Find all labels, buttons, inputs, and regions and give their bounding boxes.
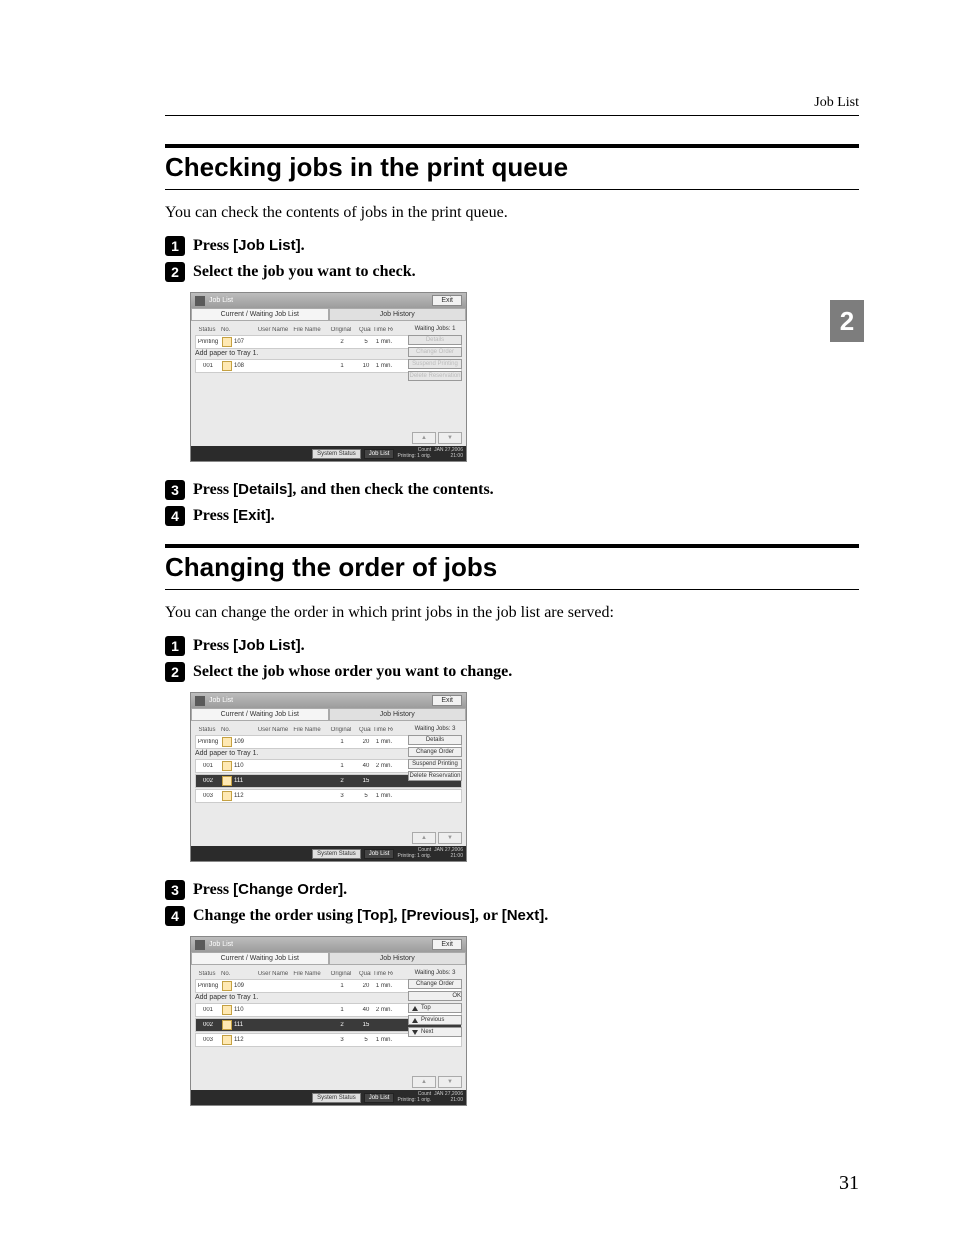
- svg-text:3: 3: [171, 882, 179, 898]
- system-status-button[interactable]: System Status: [312, 849, 361, 859]
- delete-button[interactable]: Delete Reservation: [408, 371, 462, 381]
- document-icon: [222, 791, 232, 801]
- step-icon-3: 3: [165, 480, 185, 500]
- step-2-4: 4 Change the order using [Top], [Previou…: [165, 906, 859, 926]
- step-icon-4: 4: [165, 906, 185, 926]
- document-icon: [222, 337, 232, 347]
- shot-titlebar: Job List Exit: [191, 937, 466, 952]
- pager-next[interactable]: ▼: [438, 432, 462, 444]
- step-2-1: 1 Press [Job List].: [165, 636, 859, 656]
- svg-text:1: 1: [171, 638, 179, 654]
- system-status-button[interactable]: System Status: [312, 449, 361, 459]
- tab-current[interactable]: Current / Waiting Job List: [191, 308, 329, 321]
- screenshot-3: Job List Exit Current / Waiting Job List…: [190, 936, 859, 1106]
- svg-text:3: 3: [171, 482, 179, 498]
- triangle-up-icon: [412, 1018, 418, 1023]
- table-row[interactable]: 003 112 3 5 1 min.: [195, 789, 462, 803]
- pager-next[interactable]: ▼: [438, 1076, 462, 1088]
- exit-button[interactable]: Exit: [432, 695, 462, 706]
- header-rule: [165, 115, 859, 116]
- svg-text:1: 1: [171, 238, 179, 254]
- triangle-up-icon: [412, 1006, 418, 1011]
- job-list-button[interactable]: Job List: [364, 849, 395, 859]
- step-1-2: 2 Select the job you want to check.: [165, 262, 859, 282]
- svg-text:4: 4: [171, 508, 179, 524]
- step-1-4: 4 Press [Exit].: [165, 506, 859, 526]
- document-icon: [222, 776, 232, 786]
- svg-text:4: 4: [171, 908, 179, 924]
- shot-titlebar: Job List Exit: [191, 293, 466, 308]
- change-order-button[interactable]: Change Order: [408, 347, 462, 357]
- tab-current[interactable]: Current / Waiting Job List: [191, 952, 329, 965]
- pager-prev[interactable]: ▲: [412, 832, 436, 844]
- change-order-button[interactable]: Change Order: [408, 747, 462, 757]
- page-number: 31: [839, 1172, 859, 1195]
- svg-text:2: 2: [171, 664, 179, 680]
- job-list-button[interactable]: Job List: [364, 1093, 395, 1103]
- step-icon-2: 2: [165, 262, 185, 282]
- window-icon: [195, 696, 205, 706]
- step-1-1: 1 Press [Job List].: [165, 236, 859, 256]
- step-2-3: 3 Press [Change Order].: [165, 880, 859, 900]
- chapter-tab: 2: [830, 300, 864, 342]
- ok-button[interactable]: OK: [408, 991, 462, 1001]
- top-button[interactable]: Top: [408, 1003, 462, 1013]
- document-icon: [222, 761, 232, 771]
- section2-title: Changing the order of jobs: [165, 544, 859, 590]
- step-icon-4: 4: [165, 506, 185, 526]
- job-list-button[interactable]: Job List: [364, 449, 395, 459]
- tab-history[interactable]: Job History: [329, 952, 467, 965]
- page-header-label: Job List: [165, 95, 859, 111]
- document-icon: [222, 1005, 232, 1015]
- pager-prev[interactable]: ▲: [412, 432, 436, 444]
- window-icon: [195, 940, 205, 950]
- delete-button[interactable]: Delete Reservation: [408, 771, 462, 781]
- suspend-button[interactable]: Suspend Printing: [408, 759, 462, 769]
- exit-button[interactable]: Exit: [432, 295, 462, 306]
- details-button[interactable]: Details: [408, 735, 462, 745]
- document-icon: [222, 1035, 232, 1045]
- details-button[interactable]: Details: [408, 335, 462, 345]
- step-icon-1: 1: [165, 236, 185, 256]
- svg-text:2: 2: [171, 264, 179, 280]
- document-icon: [222, 981, 232, 991]
- pager-prev[interactable]: ▲: [412, 1076, 436, 1088]
- section1-title: Checking jobs in the print queue: [165, 144, 859, 190]
- previous-button[interactable]: Previous: [408, 1015, 462, 1025]
- tab-history[interactable]: Job History: [329, 308, 467, 321]
- shot-titlebar: Job List Exit: [191, 693, 466, 708]
- next-button[interactable]: Next: [408, 1027, 462, 1037]
- tab-history[interactable]: Job History: [329, 708, 467, 721]
- step-2-2: 2 Select the job whose order you want to…: [165, 662, 859, 682]
- window-icon: [195, 296, 205, 306]
- system-status-button[interactable]: System Status: [312, 1093, 361, 1103]
- document-icon: [222, 361, 232, 371]
- triangle-down-icon: [412, 1030, 418, 1035]
- tab-current[interactable]: Current / Waiting Job List: [191, 708, 329, 721]
- exit-button[interactable]: Exit: [432, 939, 462, 950]
- section1-intro: You can check the contents of jobs in th…: [165, 204, 859, 222]
- step-icon-1: 1: [165, 636, 185, 656]
- pager-next[interactable]: ▼: [438, 832, 462, 844]
- change-order-label: Change Order: [408, 979, 462, 989]
- screenshot-1: Job List Exit Current / Waiting Job List…: [190, 292, 859, 462]
- step-icon-2: 2: [165, 662, 185, 682]
- step-icon-3: 3: [165, 880, 185, 900]
- document-icon: [222, 1020, 232, 1030]
- section2-intro: You can change the order in which print …: [165, 604, 859, 622]
- screenshot-2: Job List Exit Current / Waiting Job List…: [190, 692, 859, 862]
- step-1-3: 3 Press [Details], and then check the co…: [165, 480, 859, 500]
- document-icon: [222, 737, 232, 747]
- suspend-button[interactable]: Suspend Printing: [408, 359, 462, 369]
